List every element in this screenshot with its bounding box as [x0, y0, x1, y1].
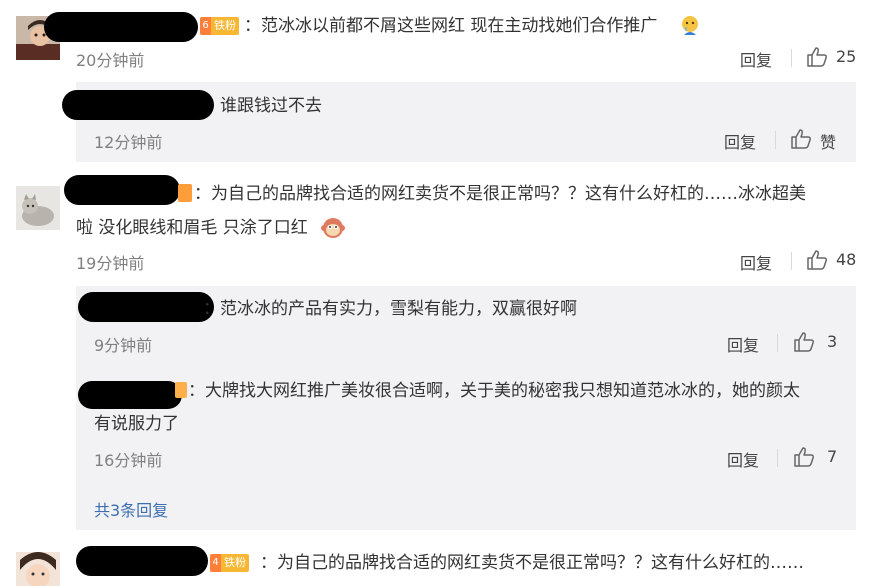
reply-button[interactable]: 回复 — [727, 332, 759, 356]
comment-text: 啦 没化眼线和眉毛 只涂了口红 — [76, 218, 308, 238]
reply-time: 12分钟前 — [94, 133, 163, 152]
fan-badge-icon — [178, 184, 192, 202]
redacted-username — [62, 90, 214, 120]
reply-text: 谁跟钱过不去 — [220, 96, 322, 116]
reply-text: 有说服力了 — [94, 414, 179, 434]
thumbs-up-icon[interactable] — [793, 447, 815, 467]
thumbs-up-icon[interactable] — [806, 47, 828, 67]
divider — [777, 449, 778, 467]
divider — [775, 131, 776, 149]
like-count[interactable]: 7 — [827, 447, 837, 466]
avatar[interactable] — [16, 186, 60, 230]
divider — [791, 252, 792, 270]
like-count[interactable]: 3 — [827, 332, 837, 351]
fan-badge-icon — [175, 382, 187, 398]
avatar[interactable] — [16, 552, 60, 586]
thumbs-up-icon[interactable] — [793, 332, 815, 352]
redacted-username — [44, 12, 198, 42]
thumbs-up-icon[interactable] — [806, 250, 828, 270]
redacted-username — [78, 381, 182, 409]
comment-text: ：范冰冰以前都不屑这些网红 现在主动找她们合作推广 — [244, 16, 658, 36]
comment-text: ：为自己的品牌找合适的网红卖货不是很正常吗？？这有什么好杠的……冰冰超美 — [194, 184, 806, 204]
like-label[interactable]: 赞 — [820, 129, 836, 153]
iron-fan-badge-icon: 4 铁粉 — [210, 554, 249, 572]
badge-text: 铁粉 — [221, 554, 249, 572]
reply-button[interactable]: 回复 — [727, 447, 759, 471]
crying-emoji-icon — [680, 15, 700, 37]
reply-time: 16分钟前 — [94, 451, 163, 470]
iron-fan-badge-icon: 6 铁粉 — [200, 17, 239, 35]
like-count[interactable]: 48 — [836, 250, 856, 269]
reply-button[interactable]: 回复 — [740, 250, 772, 274]
badge-text: 铁粉 — [211, 17, 239, 35]
badge-level: 6 — [200, 17, 211, 35]
thumbs-up-icon[interactable] — [790, 129, 812, 149]
reply-time: 9分钟前 — [94, 336, 153, 355]
like-count[interactable]: 25 — [836, 47, 856, 66]
redacted-username — [78, 292, 214, 322]
reply-text: ：范冰冰的产品有实力，雪梨有能力，双赢很好啊 — [203, 299, 577, 319]
comment-time: 20分钟前 — [76, 51, 145, 70]
comment-time: 19分钟前 — [76, 254, 145, 273]
reply-text: ：大牌找大网红推广美妆很合适啊，关于美的秘密我只想知道范冰冰的，她的颜太 — [188, 381, 800, 401]
view-more-replies-link[interactable]: 共3条回复 — [94, 497, 168, 521]
redacted-username — [76, 546, 208, 576]
divider — [791, 49, 792, 67]
redacted-username — [64, 175, 180, 205]
comment-text: ：为自己的品牌找合适的网红卖货不是很正常吗？？这有什么好杠的…… — [260, 553, 804, 573]
badge-level: 4 — [210, 554, 221, 572]
reply-button[interactable]: 回复 — [740, 47, 772, 71]
monkey-emoji-icon — [321, 216, 345, 240]
divider — [777, 334, 778, 352]
reply-button[interactable]: 回复 — [724, 129, 756, 153]
